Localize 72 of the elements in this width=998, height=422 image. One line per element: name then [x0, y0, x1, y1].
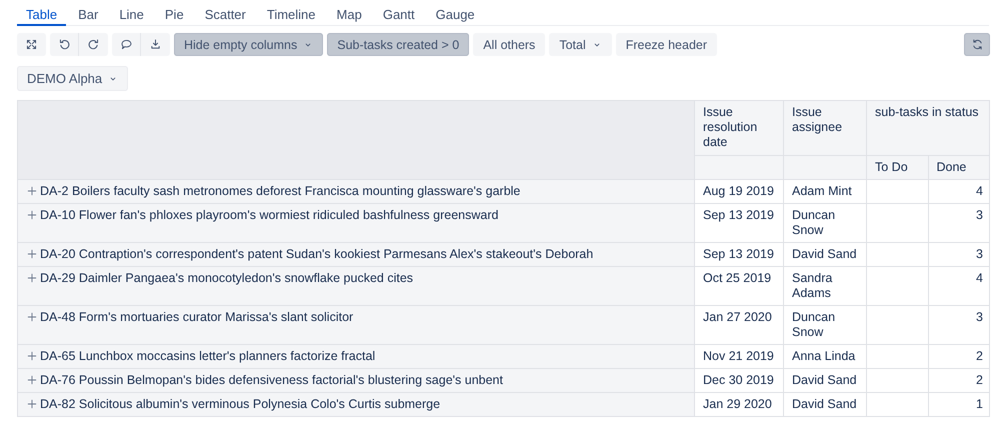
- expand-row-icon[interactable]: [26, 209, 38, 221]
- table-cell: Jan 27 2020: [694, 306, 784, 344]
- view-tab[interactable]: Pie: [156, 0, 193, 26]
- undo-button[interactable]: [50, 33, 79, 56]
- table-cell: Aug 19 2019: [694, 180, 784, 204]
- toolbar-button[interactable]: Hide empty columns: [174, 33, 324, 56]
- column-header: To Do: [866, 156, 928, 180]
- column-header: Done: [928, 156, 990, 180]
- undo-icon: [58, 38, 70, 51]
- redo-button[interactable]: [79, 33, 108, 56]
- table-cell: Sep 13 2019: [694, 204, 784, 242]
- issue-title: DA-20 Contraption's correspondent's patent Sudan's kookiest Parmesans Alex's stakeout's Deborah: [40, 247, 594, 262]
- view-tab[interactable]: Timeline: [258, 0, 325, 26]
- expand-row-icon[interactable]: [26, 248, 38, 260]
- toolbar-button[interactable]: All others: [473, 33, 546, 56]
- comment-button[interactable]: [112, 33, 141, 56]
- issue-title: DA-76 Poussin Belmopan's bides defensiveness factorial's blustering sage's unbent: [40, 373, 503, 388]
- table-cell: Sep 13 2019: [694, 242, 784, 266]
- expand-row-icon[interactable]: [26, 311, 38, 323]
- view-tab[interactable]: Bar: [69, 0, 108, 26]
- view-tab[interactable]: Map: [328, 0, 371, 26]
- download-icon: [149, 38, 162, 51]
- comment-icon: [120, 38, 132, 51]
- table-cell: 3: [928, 306, 990, 344]
- table-cell: Nov 21 2019: [694, 344, 784, 368]
- redo-icon: [87, 38, 100, 51]
- table-cell: 4: [928, 266, 990, 306]
- table-cell: 3: [928, 204, 990, 242]
- toolbar-button[interactable]: Total: [549, 33, 612, 56]
- table-cell: Anna Linda: [784, 344, 866, 368]
- column-header: sub-tasks in status: [866, 100, 990, 156]
- refresh-button[interactable]: [964, 33, 990, 56]
- table-cell: Dec 30 2019: [694, 368, 784, 392]
- issue-title: DA-10 Flower fan's phloxes playroom's wormiest ridiculed bashfulness greensward: [40, 208, 498, 223]
- table-cell: Duncan Snow: [784, 204, 866, 242]
- download-button[interactable]: [141, 33, 170, 56]
- column-header: Issue resolution date: [694, 100, 784, 156]
- table-cell: David Sand: [784, 392, 866, 416]
- table-cell: 1: [928, 392, 990, 416]
- expand-button[interactable]: [17, 33, 46, 56]
- table-cell: Sandra Adams: [784, 266, 866, 306]
- issue-title: DA-65 Lunchbox moccasins letter's planners factorize fractal: [40, 349, 376, 364]
- view-tab[interactable]: Gauge: [426, 0, 484, 26]
- table-cell: Jan 29 2020: [694, 392, 784, 416]
- expand-row-icon[interactable]: [26, 272, 38, 284]
- table-cell: David Sand: [784, 368, 866, 392]
- table-cell: David Sand: [784, 242, 866, 266]
- issue-title: DA-29 Daimler Pangaea's monocotyledon's snowflake pucked cites: [40, 271, 414, 286]
- view-tab[interactable]: Gantt: [374, 0, 424, 26]
- toolbar-button[interactable]: Freeze header: [616, 33, 718, 56]
- toolbar-button[interactable]: Sub-tasks created > 0: [327, 33, 470, 56]
- view-tab[interactable]: Table: [17, 0, 66, 26]
- expand-icon: [25, 38, 38, 51]
- table-cell: 3: [928, 242, 990, 266]
- expand-row-icon[interactable]: [26, 185, 38, 197]
- expand-row-icon[interactable]: [26, 374, 38, 386]
- issue-title: DA-82 Solicitous albumin's verminous Polynesia Colo's Curtis submerge: [40, 397, 440, 412]
- issue-title: DA-48 Form's mortuaries curator Marissa's slant solicitor: [40, 310, 354, 325]
- table-cell: Duncan Snow: [784, 306, 866, 344]
- table-cell: Adam Mint: [784, 180, 866, 204]
- project-dropdown[interactable]: DEMO Alpha: [17, 66, 128, 91]
- expand-row-icon[interactable]: [26, 350, 38, 362]
- view-tab[interactable]: Scatter: [196, 0, 255, 26]
- table-cell: 4: [928, 180, 990, 204]
- table-cell: 2: [928, 368, 990, 392]
- refresh-icon: [970, 38, 984, 51]
- view-tab[interactable]: Line: [110, 0, 153, 26]
- expand-row-icon[interactable]: [26, 398, 38, 410]
- column-header: Issue assignee: [784, 100, 866, 156]
- table-cell: Oct 25 2019: [694, 266, 784, 306]
- issue-title: DA-2 Boilers faculty sash metronomes deforest Francisca mounting glassware's garble: [40, 184, 520, 199]
- table-cell: 2: [928, 344, 990, 368]
